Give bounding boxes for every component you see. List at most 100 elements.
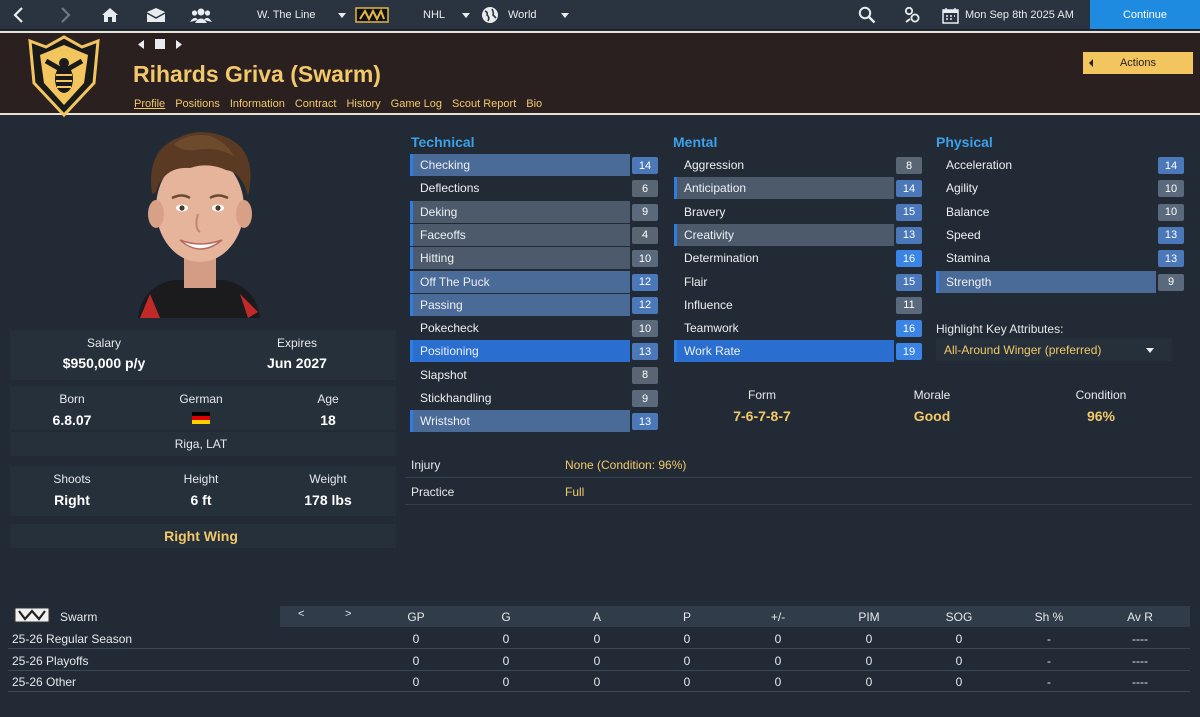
position-value: Right Wing	[164, 528, 238, 544]
tab-contract[interactable]: Contract	[295, 98, 337, 110]
attribute-influence[interactable]: Influence 11	[674, 294, 924, 316]
tab-profile[interactable]: Profile	[134, 98, 165, 110]
stats-col-sh-[interactable]: Sh %	[1019, 610, 1079, 624]
attribute-highlight-edge	[936, 270, 939, 293]
attribute-passing[interactable]: Passing 12	[410, 293, 660, 316]
attribute-flair[interactable]: Flair 15	[674, 271, 924, 293]
stats-col-sog[interactable]: SOG	[929, 610, 989, 624]
tab-scout-report[interactable]: Scout Report	[452, 98, 516, 110]
attribute-positioning[interactable]: Positioning 13	[410, 340, 660, 363]
forward-arrow-icon[interactable]	[58, 0, 72, 30]
actions-button[interactable]: Actions	[1083, 52, 1193, 74]
height-value: 6 ft	[190, 492, 212, 508]
attribute-acceleration[interactable]: Acceleration 14	[936, 154, 1186, 176]
league-dropdown-icon[interactable]	[462, 0, 470, 30]
inbox-icon[interactable]	[146, 0, 166, 30]
attribute-faceoffs[interactable]: Faceoffs 4	[410, 223, 660, 246]
player-name: Rihards Griva (Swarm)	[133, 61, 381, 87]
highlight-dropdown[interactable]: All-Around Winger (preferred)	[936, 339, 1172, 361]
attribute-highlight-edge	[410, 247, 413, 270]
back-arrow-icon[interactable]	[12, 0, 26, 30]
stats-next-button[interactable]: >	[345, 608, 351, 620]
stats-cell: 0	[683, 632, 691, 646]
stats-cell: 0	[683, 675, 691, 689]
stats-col-g[interactable]: G	[476, 610, 536, 624]
swarm-logo-icon	[14, 607, 50, 626]
attribute-pokecheck[interactable]: Pokecheck 10	[410, 317, 660, 339]
team-selector[interactable]: W. The Line	[257, 0, 316, 30]
settings-icon[interactable]	[903, 0, 921, 30]
attribute-off-the-puck[interactable]: Off The Puck 12	[410, 270, 660, 293]
attribute-aggression[interactable]: Aggression 8	[674, 154, 924, 176]
stats-table-row: 25-26 Other 0 0 0 0 0 0 0- ----	[8, 671, 1190, 692]
tab-positions[interactable]: Positions	[175, 98, 220, 110]
tab-history[interactable]: History	[346, 98, 380, 110]
attribute-teamwork[interactable]: Teamwork 16	[674, 317, 924, 339]
injury-row: Injury None (Condition: 96%)	[405, 452, 1192, 478]
search-icon[interactable]	[858, 0, 876, 30]
attribute-bravery[interactable]: Bravery 15	[674, 201, 924, 223]
attribute-highlight-edge	[410, 270, 413, 293]
age-value: 18	[320, 412, 336, 428]
next-player-icon[interactable]	[175, 38, 182, 52]
attribute-highlight-edge	[410, 293, 413, 316]
practice-value: Full	[565, 485, 585, 499]
stop-icon[interactable]	[155, 38, 165, 52]
attribute-hitting[interactable]: Hitting 10	[410, 247, 660, 270]
stats-col-a[interactable]: A	[567, 610, 627, 624]
attribute-determination[interactable]: Determination 16	[674, 247, 924, 269]
attribute-name: Positioning	[420, 344, 479, 359]
attribute-highlight-edge	[674, 177, 677, 200]
tab-information[interactable]: Information	[230, 98, 285, 110]
globe-icon	[481, 0, 499, 30]
attribute-balance[interactable]: Balance 10	[936, 201, 1186, 223]
world-selector[interactable]: World	[508, 0, 537, 30]
attribute-highlight-edge	[410, 200, 413, 223]
weight-value: 178 lbs	[304, 492, 352, 508]
attribute-stickhandling[interactable]: Stickhandling 9	[410, 387, 660, 409]
previous-player-icon[interactable]	[138, 38, 145, 52]
stats-col-gp[interactable]: GP	[386, 610, 446, 624]
stats-cell: 0	[593, 653, 601, 668]
attribute-value: 14	[1158, 157, 1184, 174]
profile-tabs: Profile Positions Information Contract H…	[134, 98, 542, 110]
practice-row: Practice Full	[405, 479, 1192, 505]
continue-button[interactable]: Continue	[1090, 0, 1200, 29]
team-dropdown-icon[interactable]	[338, 0, 346, 30]
stats-col-av-r[interactable]: Av R	[1110, 610, 1170, 624]
people-icon[interactable]	[190, 0, 212, 30]
attribute-agility[interactable]: Agility 10	[936, 177, 1186, 199]
stats-col-p[interactable]: P	[657, 610, 717, 624]
world-dropdown-icon[interactable]	[561, 0, 569, 30]
attribute-work-rate[interactable]: Work Rate 19	[674, 340, 924, 363]
attribute-deflections[interactable]: Deflections 6	[410, 177, 660, 199]
attribute-name: Slapshot	[420, 367, 467, 382]
nationality-label[interactable]: German	[151, 392, 251, 406]
attribute-creativity[interactable]: Creativity 13	[674, 223, 924, 246]
stats-cell: 0	[774, 675, 782, 689]
stats-col-pim[interactable]: PIM	[839, 610, 899, 624]
attribute-deking[interactable]: Deking 9	[410, 200, 660, 223]
tab-game-log[interactable]: Game Log	[391, 98, 442, 110]
calendar-icon[interactable]	[942, 0, 959, 30]
tab-bio[interactable]: Bio	[526, 98, 542, 110]
attribute-value: 10	[632, 250, 658, 268]
attribute-slapshot[interactable]: Slapshot 8	[410, 364, 660, 386]
attribute-anticipation[interactable]: Anticipation 14	[674, 177, 924, 200]
attribute-stamina[interactable]: Stamina 13	[936, 247, 1186, 269]
stats-table-row: 25-26 Regular Season 0 0 0 0 0 0 0- ----	[8, 628, 1190, 649]
attribute-wristshot[interactable]: Wristshot 13	[410, 410, 660, 433]
home-icon[interactable]	[100, 0, 120, 30]
physical-title: Physical	[936, 134, 993, 150]
attribute-strength[interactable]: Strength 9	[936, 270, 1186, 293]
attribute-name: Acceleration	[946, 158, 1013, 172]
attribute-name: Passing	[420, 297, 463, 312]
stats-prev-button[interactable]: <	[298, 608, 304, 620]
stats-cell: 0	[955, 675, 963, 689]
stats-col--[interactable]: +/-	[748, 610, 808, 624]
physical-info-row: Shoots Right Height 6 ft Weight 178 lbs	[10, 466, 396, 516]
league-selector[interactable]: NHL	[423, 0, 445, 30]
attribute-checking[interactable]: Checking 14	[410, 154, 660, 176]
birthplace[interactable]: Riga, LAT	[151, 437, 251, 451]
attribute-speed[interactable]: Speed 13	[936, 224, 1186, 246]
